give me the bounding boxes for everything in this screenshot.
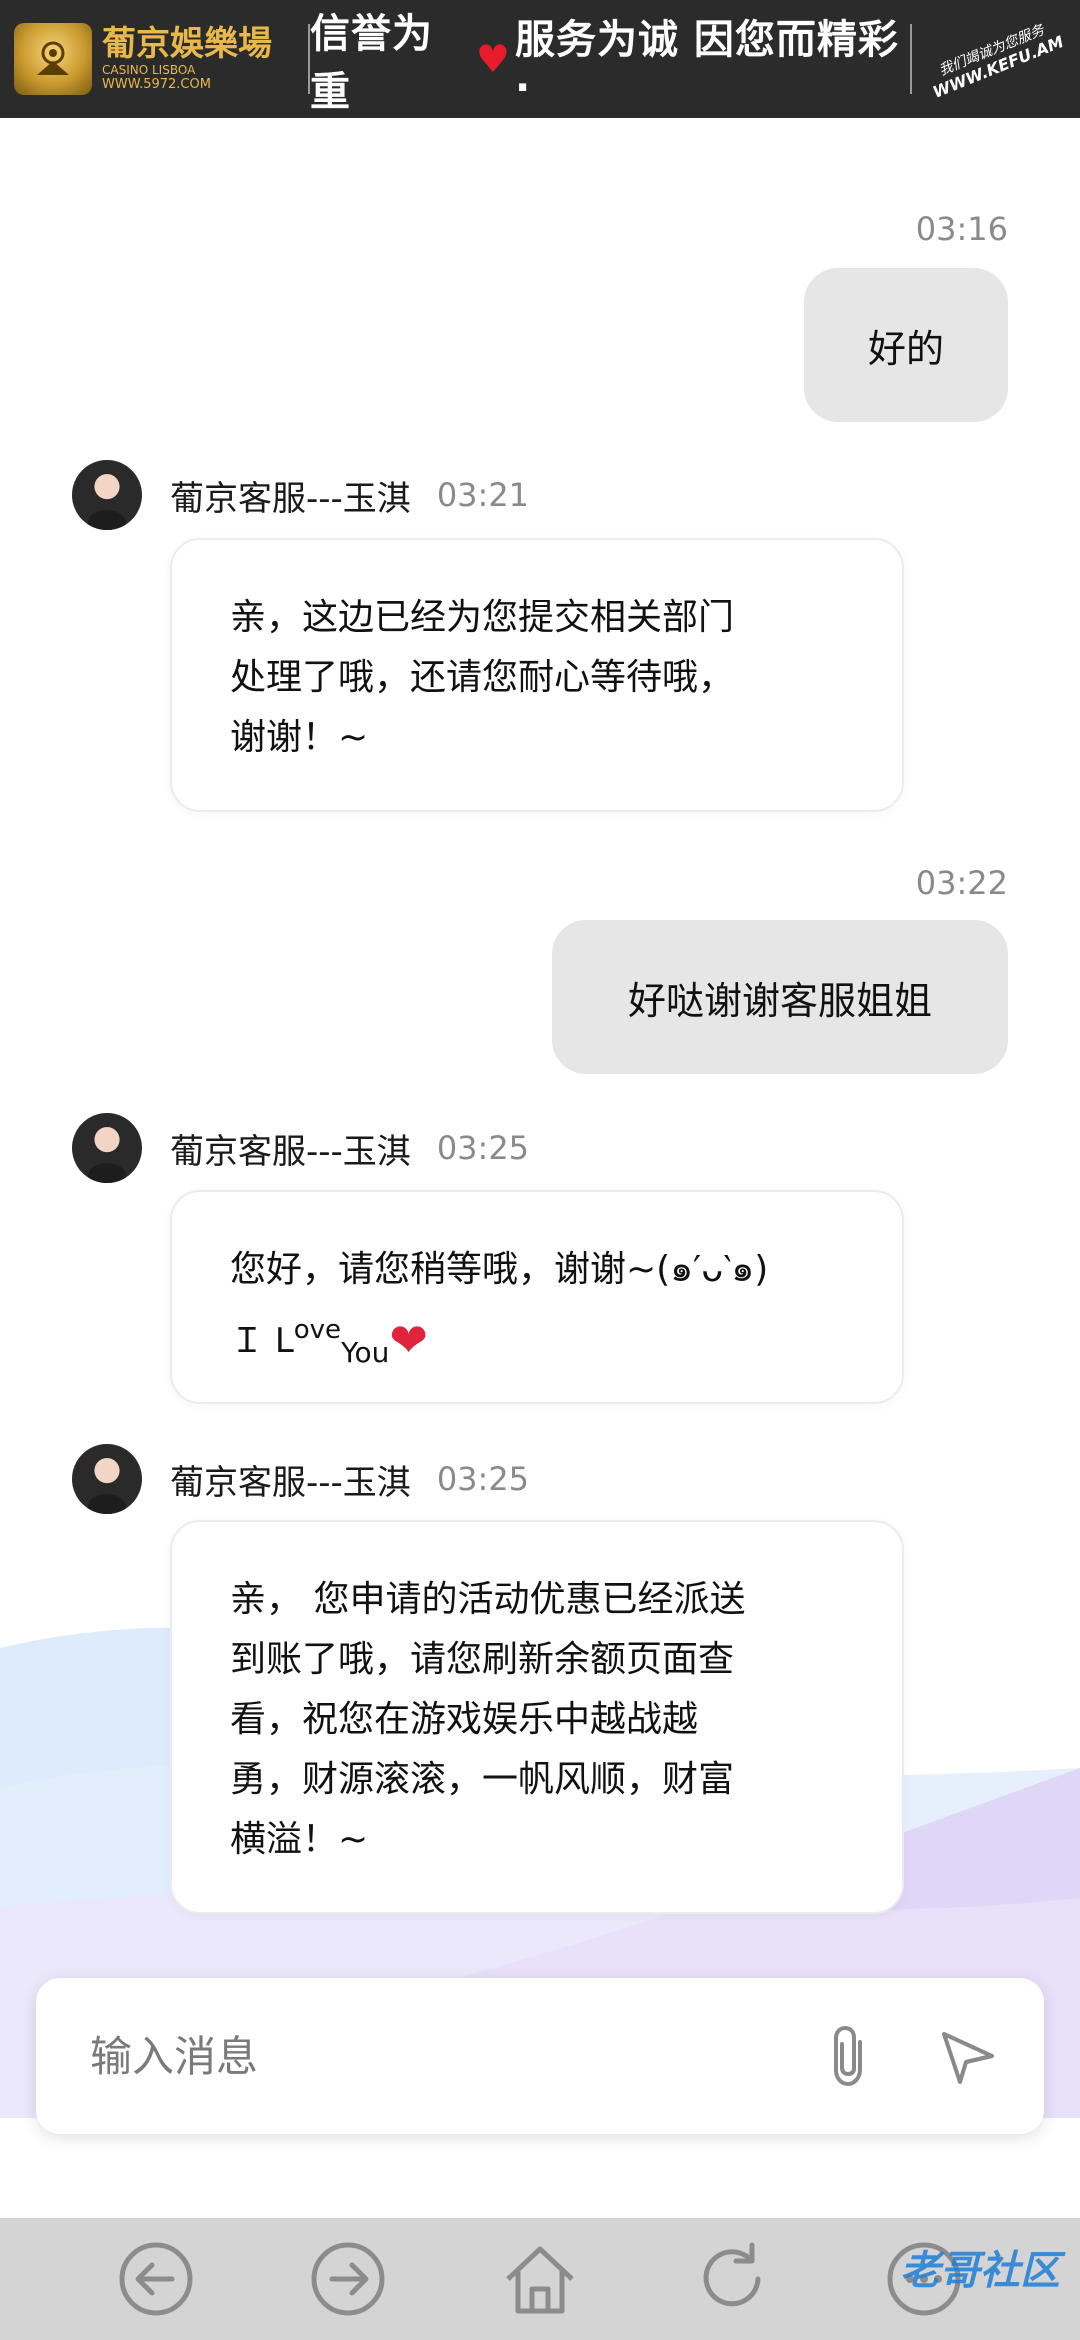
refresh-icon [703, 2242, 761, 2307]
home-icon [506, 2246, 574, 2314]
agent-name: 葡京客服---玉淇 [170, 1462, 411, 1503]
agent-name: 葡京客服---玉淇 [170, 1131, 411, 1172]
message-line: 亲， 您申请的活动优惠已经派送 [230, 1579, 746, 1620]
message-line: 处理了哦，还请您耐心等待哦， [230, 657, 735, 698]
agent-avatar[interactable] [72, 1113, 142, 1183]
home-button[interactable] [498, 2237, 582, 2321]
paperclip-icon [834, 2025, 862, 2087]
agent-header: 葡京客服---玉淇 03:25 [72, 1444, 529, 1514]
agent-avatar[interactable] [72, 1444, 142, 1514]
send-icon [942, 2032, 994, 2084]
message-line: 您好，请您稍等哦，谢谢~(๑′ᴗ‵๑) [230, 1249, 769, 1290]
slogan-right: 服务为诚 因您而精彩· [514, 17, 899, 111]
refresh-button[interactable] [690, 2237, 774, 2321]
forward-button[interactable] [306, 2237, 390, 2321]
love-i: Ｉ [230, 1321, 264, 1361]
brand: 葡京娛樂場 CASINO LISBOA WWW.5972.COM [14, 23, 284, 95]
forward-icon [311, 2242, 385, 2316]
love-ove: ove [293, 1315, 342, 1345]
message-time: 03:16 [915, 210, 1008, 248]
message-text: 好的 [867, 326, 944, 371]
slogan: 信誉为重 ♥ 服务为诚 因您而精彩· [308, 11, 912, 115]
love-you-text: Ｉ LoveYou❤ [230, 1300, 846, 1383]
message-time: 03:25 [436, 1129, 530, 1167]
love-you: You [341, 1336, 390, 1369]
brand-name: 葡京娛樂場 [102, 24, 272, 64]
message-time: 03:22 [915, 864, 1008, 902]
received-message-bubble[interactable]: 亲，这边已经为您提交相关部门 处理了哦，还请您耐心等待哦， 谢谢！~ [170, 538, 904, 812]
love-l: L [274, 1321, 294, 1361]
message-input-bar [36, 1978, 1044, 2134]
brand-url: WWW.5972.COM [102, 77, 211, 92]
received-message-bubble[interactable]: 您好，请您稍等哦，谢谢~(๑′ᴗ‵๑) Ｉ LoveYou❤ [170, 1190, 904, 1404]
message-text: 好哒谢谢客服姐姐 [627, 978, 932, 1023]
message-line: 到账了哦，请您刷新余额页面查 [230, 1639, 735, 1680]
heart-icon: ♥ [475, 37, 511, 81]
attach-button[interactable] [810, 2016, 890, 2096]
agent-header: 葡京客服---玉淇 03:25 [72, 1113, 529, 1183]
casino-logo-icon [14, 23, 92, 95]
agent-name: 葡京客服---玉淇 [170, 478, 411, 519]
brand-subtitle: CASINO LISBOA [102, 63, 196, 77]
agent-avatar[interactable] [72, 460, 142, 530]
top-banner: 葡京娛樂場 CASINO LISBOA WWW.5972.COM 信誉为重 ♥ … [0, 0, 1080, 118]
back-icon [119, 2242, 193, 2316]
send-button[interactable] [928, 2016, 1008, 2096]
message-line: 谢谢！~ [230, 717, 369, 758]
received-message-bubble[interactable]: 亲， 您申请的活动优惠已经派送 到账了哦，请您刷新余额页面查 看，祝您在游戏娱乐… [170, 1520, 904, 1914]
chat-area[interactable]: 03:16 好的 葡京客服---玉淇 03:21 亲，这边已经为您提交相关部门 … [0, 118, 1080, 2218]
signature: 我们竭诚为您服务 WWW.KEFU.AM [909, 0, 1080, 129]
message-line: 看，祝您在游戏娱乐中越战越 [230, 1699, 699, 1740]
back-button[interactable] [114, 2237, 198, 2321]
message-input[interactable] [88, 2030, 810, 2082]
sent-message-bubble[interactable]: 好的 [804, 268, 1008, 422]
agent-header: 葡京客服---玉淇 03:21 [72, 460, 529, 530]
sent-message-bubble[interactable]: 好哒谢谢客服姐姐 [552, 920, 1008, 1074]
message-time: 03:25 [436, 1460, 530, 1498]
message-line: 勇，财源滚滚，一帆风顺，财富 [230, 1759, 735, 1800]
message-line: 横溢！~ [230, 1819, 369, 1860]
message-line: 亲，这边已经为您提交相关部门 [230, 597, 735, 638]
watermark: 老哥社区 [900, 2248, 1060, 2294]
heart-icon: ❤ [389, 1313, 428, 1367]
slogan-left: 信誉为重 [310, 11, 433, 115]
message-time: 03:21 [436, 476, 530, 514]
